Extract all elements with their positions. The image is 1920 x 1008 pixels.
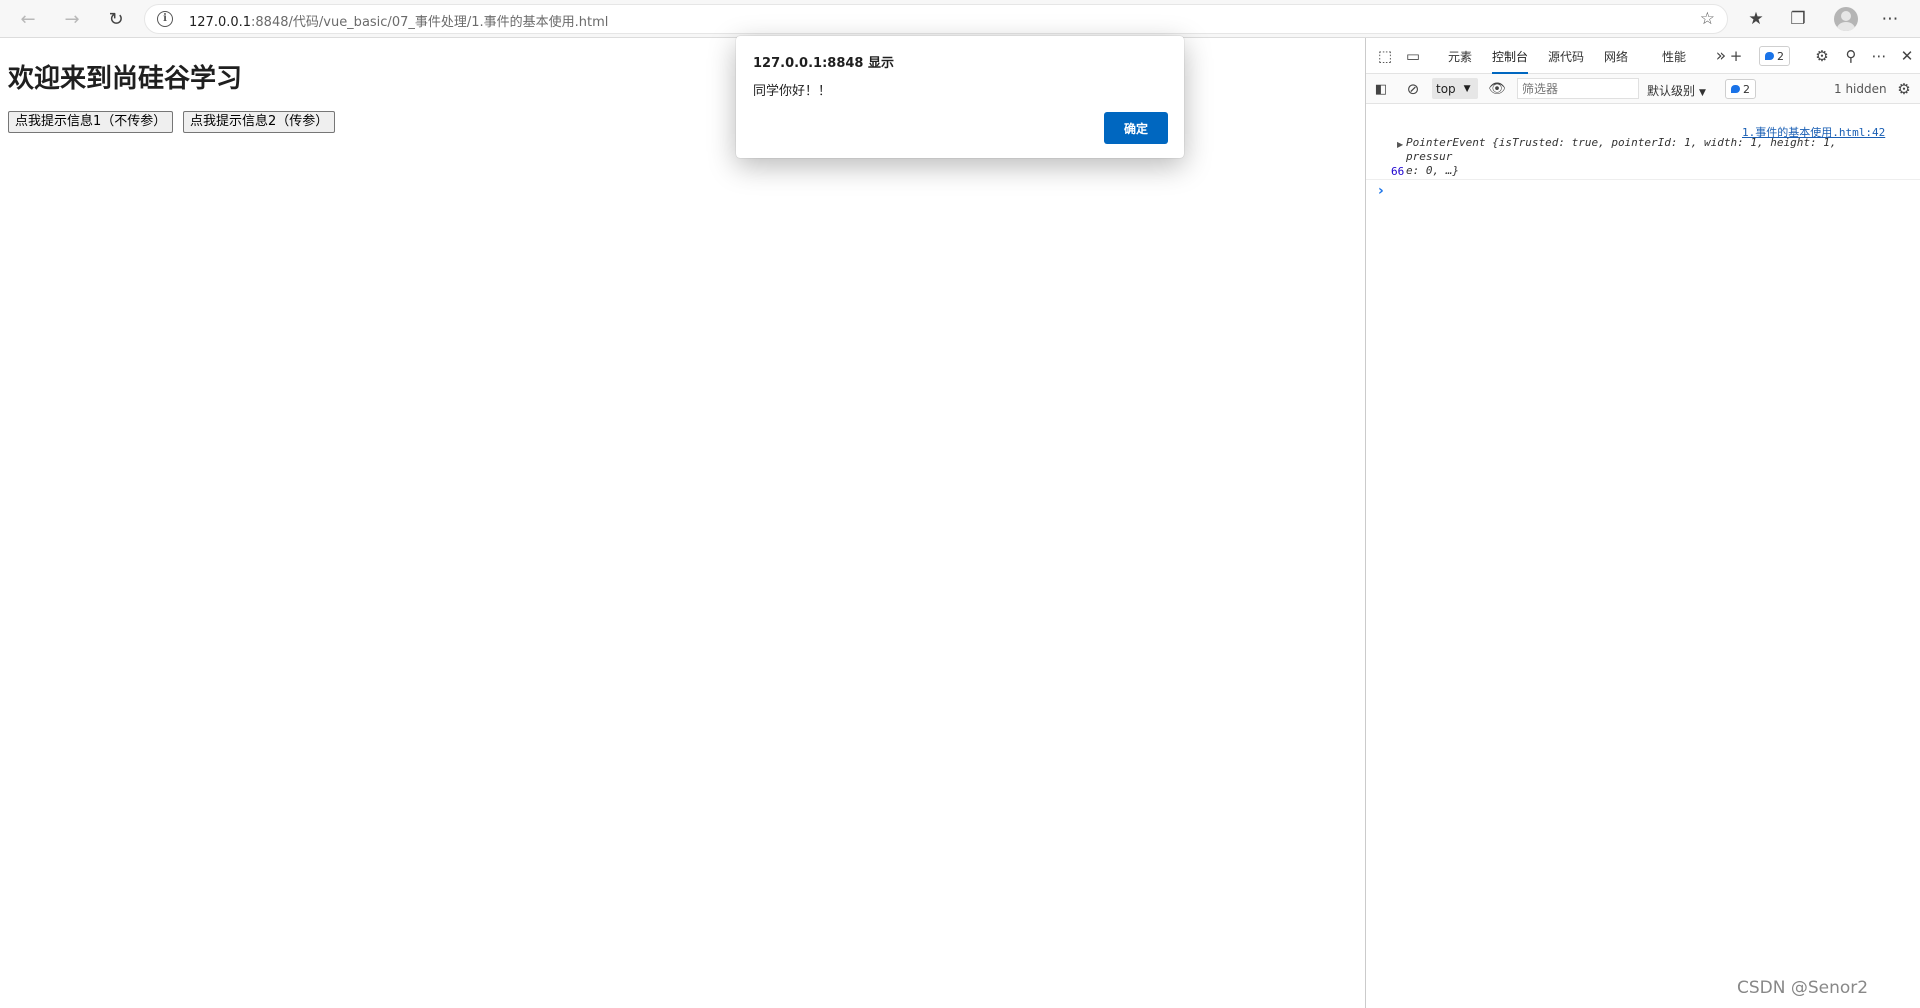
tab-sources[interactable]: 源代码 bbox=[1548, 48, 1584, 65]
alert-dialog: 127.0.0.1:8848 显示 同学你好！！ 确定 bbox=[736, 36, 1184, 158]
dropdown-caret-icon: ▼ bbox=[1699, 88, 1706, 98]
alert-ok-button[interactable]: 确定 bbox=[1104, 112, 1168, 144]
add-favorite-icon[interactable]: ☆ bbox=[1700, 9, 1715, 29]
feedback-icon[interactable]: ⚲ bbox=[1840, 45, 1862, 67]
more-menu-icon[interactable]: ⋯ bbox=[1876, 5, 1904, 33]
clear-console-icon[interactable]: ⊘ bbox=[1402, 78, 1424, 100]
show-info-2-button[interactable]: 点我提示信息2（传参） bbox=[183, 111, 336, 133]
forward-icon[interactable]: → bbox=[58, 5, 86, 33]
url-path: :8848/代码/vue_basic/07_事件处理/1.事件的基本使用.htm… bbox=[251, 15, 609, 30]
devtools-panel: ⬚ ▭ 元素 控制台 源代码 网络 性能 » + 2 ⚙ ⚲ ⋯ ✕ ◧ ⊘ t… bbox=[1365, 38, 1920, 1008]
inspect-element-icon[interactable]: ⬚ bbox=[1374, 45, 1396, 67]
reload-icon[interactable]: ↻ bbox=[102, 5, 130, 33]
collections-icon[interactable]: ❐ bbox=[1784, 5, 1812, 33]
console-number-entry: 66 bbox=[1391, 165, 1405, 178]
message-icon bbox=[1765, 52, 1774, 60]
object-preview-line2: e: 0, …} bbox=[1406, 164, 1459, 177]
console-object-entry[interactable]: PointerEvent {isTrusted: true, pointerId… bbox=[1406, 136, 1876, 178]
console-filter-input[interactable] bbox=[1517, 78, 1639, 99]
new-tab-icon[interactable]: + bbox=[1730, 45, 1743, 67]
hidden-count: 1 hidden bbox=[1834, 82, 1887, 96]
console-toolbar: ◧ ⊘ top ▼ 👁 默认级别▼ 2 1 hidden ⚙ bbox=[1366, 74, 1920, 104]
messages-count: 2 bbox=[1743, 82, 1750, 96]
show-info-1-button[interactable]: 点我提示信息1（不传参） bbox=[8, 111, 174, 133]
close-devtools-icon[interactable]: ✕ bbox=[1896, 45, 1918, 67]
tab-network[interactable]: 网络 bbox=[1604, 48, 1628, 65]
console-row-divider bbox=[1366, 179, 1920, 180]
issues-badge[interactable]: 2 bbox=[1759, 46, 1790, 66]
messages-badge[interactable]: 2 bbox=[1725, 79, 1756, 99]
back-icon[interactable]: ← bbox=[14, 5, 42, 33]
object-type: PointerEvent bbox=[1406, 136, 1486, 149]
log-levels-select[interactable]: 默认级别 ▼ bbox=[1647, 82, 1706, 99]
url-text[interactable]: 127.0.0.1:8848/代码/vue_basic/07_事件处理/1.事件… bbox=[189, 11, 608, 30]
levels-label: 默认级别 bbox=[1647, 84, 1696, 98]
profile-avatar[interactable] bbox=[1834, 7, 1858, 31]
alert-message: 同学你好！！ bbox=[753, 84, 832, 99]
issues-count: 2 bbox=[1777, 49, 1784, 63]
favorites-icon[interactable]: ★ bbox=[1742, 5, 1770, 33]
expand-triangle-icon[interactable]: ▶ bbox=[1397, 140, 1403, 149]
device-emulation-icon[interactable]: ▭ bbox=[1402, 45, 1424, 67]
customize-menu-icon[interactable]: ⋯ bbox=[1868, 45, 1890, 67]
browser-toolbar: ← → ↻ i 127.0.0.1:8848/代码/vue_basic/07_事… bbox=[0, 0, 1920, 38]
url-host: 127.0.0.1 bbox=[189, 15, 252, 30]
context-value: top bbox=[1436, 81, 1456, 96]
message-icon bbox=[1731, 85, 1740, 93]
console-prompt-icon[interactable]: › bbox=[1378, 183, 1384, 199]
alert-title: 127.0.0.1:8848 显示 bbox=[753, 56, 894, 71]
devtools-tab-bar: ⬚ ▭ 元素 控制台 源代码 网络 性能 » + 2 ⚙ ⚲ ⋯ ✕ bbox=[1366, 38, 1920, 74]
watermark: CSDN @Senor2 bbox=[1737, 978, 1869, 998]
dropdown-caret-icon: ▼ bbox=[1463, 83, 1471, 94]
page-viewport: 欢迎来到尚硅谷学习 点我提示信息1（不传参） 点我提示信息2（传参） bbox=[0, 38, 1365, 1008]
settings-gear-icon[interactable]: ⚙ bbox=[1811, 45, 1833, 67]
live-expression-eye-icon[interactable]: 👁 bbox=[1486, 78, 1508, 100]
tab-elements[interactable]: 元素 bbox=[1448, 48, 1472, 65]
console-settings-gear-icon[interactable]: ⚙ bbox=[1893, 78, 1915, 100]
page-heading: 欢迎来到尚硅谷学习 bbox=[8, 64, 243, 94]
tab-performance[interactable]: 性能 bbox=[1662, 48, 1686, 65]
context-select[interactable]: top ▼ bbox=[1432, 78, 1478, 99]
address-bar[interactable]: i 127.0.0.1:8848/代码/vue_basic/07_事件处理/1.… bbox=[144, 4, 1728, 34]
sidebar-toggle-icon[interactable]: ◧ bbox=[1370, 78, 1392, 100]
tab-console[interactable]: 控制台 bbox=[1492, 48, 1529, 74]
more-tabs-icon[interactable]: » bbox=[1710, 45, 1732, 67]
site-info-icon[interactable]: i bbox=[157, 11, 173, 27]
